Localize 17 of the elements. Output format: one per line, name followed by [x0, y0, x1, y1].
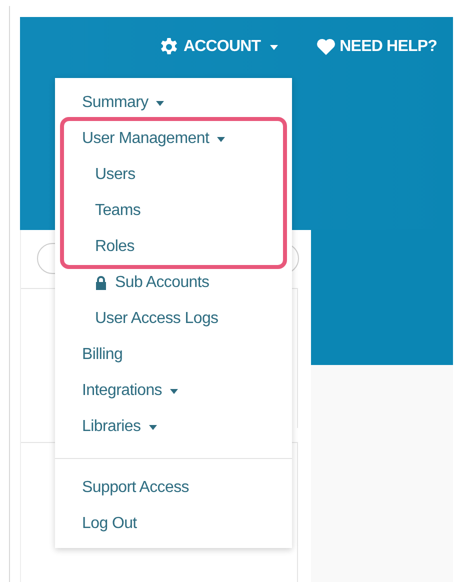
menu-item[interactable]: Summary [82, 85, 164, 121]
lock-icon [95, 276, 107, 290]
submenu-item[interactable]: Sub Accounts [95, 265, 210, 301]
submenu-item[interactable]: Roles [95, 229, 134, 265]
menu-item[interactable]: Support Access [82, 470, 189, 506]
menu-item[interactable]: User Management [82, 121, 226, 157]
heart-icon [316, 38, 336, 56]
nav-link[interactable]: ACCOUNT [159, 37, 278, 57]
menu-item[interactable]: Log Out [82, 506, 137, 542]
menu-item[interactable]: Integrations [82, 373, 178, 409]
submenu-item[interactable]: User Access Logs [95, 301, 218, 337]
submenu-item[interactable]: Users [95, 157, 136, 193]
nav-link[interactable]: NEED HELP? [316, 37, 437, 57]
settings-icon [159, 37, 180, 57]
submenu-item[interactable]: Teams [95, 193, 141, 229]
menu-item[interactable]: Libraries [82, 409, 157, 445]
menu-item[interactable]: Billing [82, 337, 123, 373]
